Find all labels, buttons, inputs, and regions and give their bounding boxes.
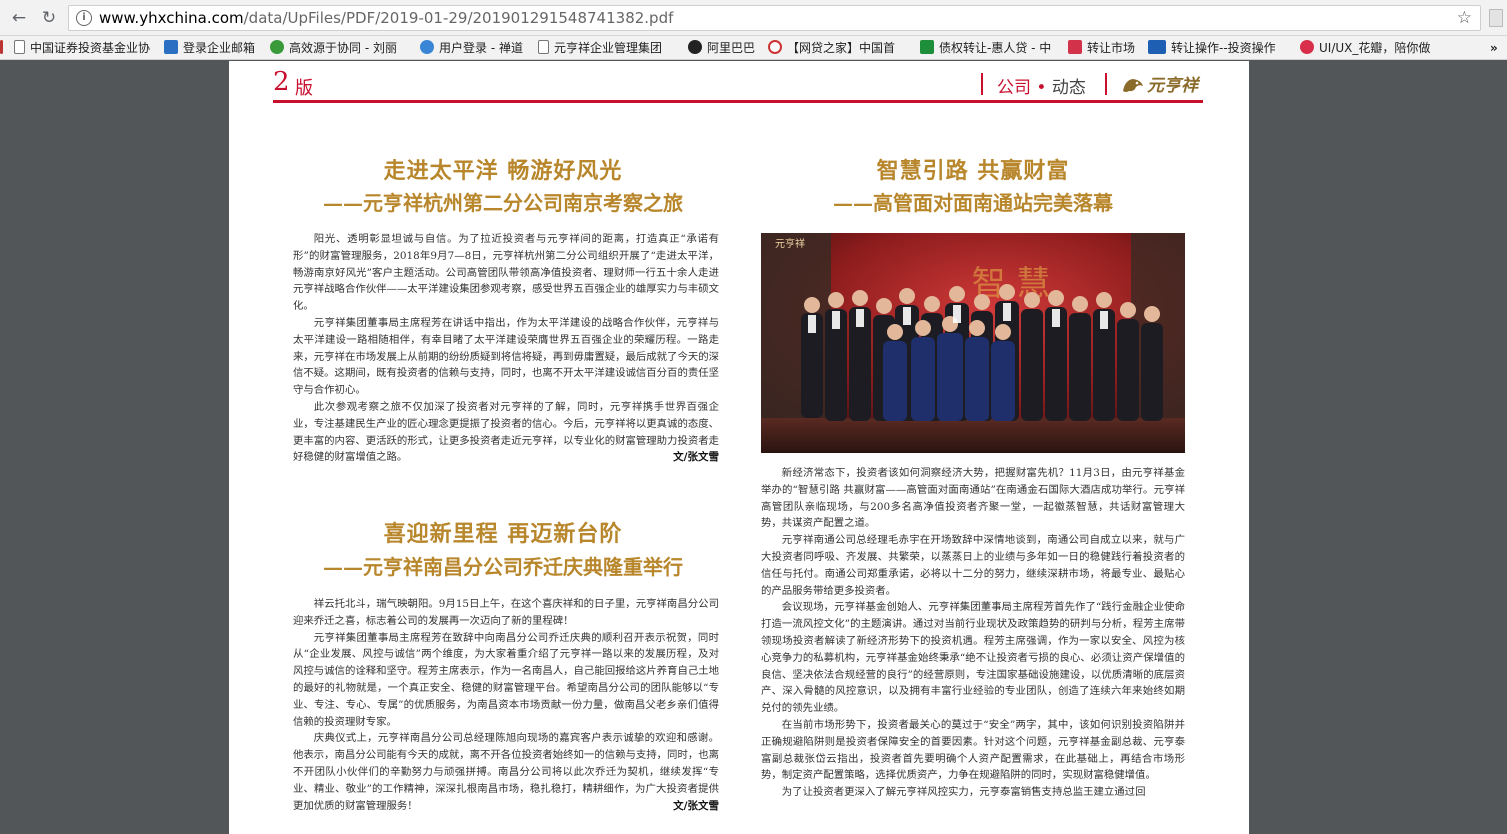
bookmark-label: 高效源于协同 - 刘丽 [289,41,397,55]
section-title: 公司 • 动态 [997,73,1086,98]
article-3-paragraph: 在当前市场形势下，投资者最关心的莫过于“安全”两字，其中，该如何识别投资陷阱并正… [761,718,1185,782]
bookmark-label: 【网贷之家】中国首 [787,41,896,55]
bookmark-label: 阿里巴巴 [707,41,756,55]
article-3-subtitle: ——高管面对面南通站完美落幕 [833,191,1113,215]
leaf-icon [270,40,284,54]
info-icon[interactable]: i [76,10,92,26]
article-3-title: 智慧引路 共赢财富 [876,158,1070,184]
article-2-subtitle: ——元亨祥南昌分公司乔迁庆典隆重举行 [323,555,683,579]
bookmark-item[interactable]: 高效源于协同 - 刘丽 [270,39,410,57]
bookmark-item[interactable]: 中国证券投资基金业协 [14,39,156,57]
back-arrow-icon[interactable]: ← [8,7,30,29]
article-3-paragraph: 会议现场，元亨祥基金创始人、元亨祥集团董事局主席程芳首先作了“践行金融企业使命 … [761,601,1185,715]
bookmark-label: 元亨祥企业管理集团 [554,41,663,55]
bookmark-label: 转让市场 [1087,41,1136,55]
browser-toolbar: ← ↻ i www.yhxchina.com/data/UpFiles/PDF/… [0,0,1507,36]
article-1-paragraph: 元亨祥集团董事局主席程芳在讲话中指出，作为太平洋建设的战略合作伙伴，元亨祥与太平… [293,316,720,397]
bookmark-label: 用户登录 - 禅道 [439,41,523,55]
mail-icon [164,40,178,54]
edition-number: 2 [273,67,290,97]
group-photo: 智 慧 元亨祥 [761,233,1185,453]
bookmarks-bar: 中国证券投资基金业协 登录企业邮箱 高效源于协同 - 刘丽 用户登录 - 禅道 … [0,36,1507,60]
article-3-paragraph: 新经济常态下，投资者该如何洞察经济大势，把握财富先机？11月3日，由元亨祥基金举… [761,467,1185,530]
article-1-paragraph: 阳光、透明彰显坦诚与自信。为了拉近投资者与元亨祥间的距离，打造真正“承诺有形”的… [293,233,720,313]
p2p-icon [768,40,782,54]
bookmark-label: 登录企业邮箱 [183,41,256,55]
header-rule [273,100,1203,103]
page-icon [14,40,25,54]
bookmark-item[interactable]: 【网贷之家】中国首 [768,39,908,57]
article-2-body: 祥云托北斗，瑞气映朝阳。9月15日上午，在这个喜庆祥和的日子里，元亨祥南昌分公司… [293,596,719,814]
bookmark-item-left-edge [0,39,8,57]
lion-logo-icon [1123,79,1143,92]
lu-icon [1148,40,1166,54]
url-text[interactable]: www.yhxchina.com/data/UpFiles/PDF/2019-0… [99,9,673,27]
section-word-1: 公司 [997,78,1031,98]
article-3-paragraph: 为了让投资者更深入了解元亨祥风控实力，元亨泰富销售支持总监王建立通过回 [781,786,1146,799]
article-1-title: 走进太平洋 畅游好风光 [383,158,623,184]
pdf-viewer[interactable]: 2 版 公司 • 动态 元亨祥 走进太平洋 畅游好风光 ——元亨祥杭州第二分公司… [0,61,1507,834]
header-divider [1105,73,1107,95]
edition-label: 版 [295,78,313,99]
bookmark-star-icon[interactable]: ☆ [1457,8,1472,28]
header-divider [981,73,983,95]
article-3-paragraph: 元亨祥南通公司总经理毛赤宇在开场致辞中深情地谈到，南通公司自成立以来，就与广大投… [761,534,1185,597]
bookmark-item[interactable]: 登录企业邮箱 [164,39,264,57]
bookmark-item[interactable]: 元亨祥企业管理集团 [538,39,678,57]
tick-icon [920,40,934,54]
petal-icon [1300,40,1314,54]
group-photo-illustration: 智 慧 元亨祥 [761,233,1185,453]
page-header: 2 版 公司 • 动态 元亨祥 [273,67,1203,103]
url-host: www.yhxchina.com [99,9,244,27]
github-icon [688,40,702,54]
address-bar[interactable]: i www.yhxchina.com/data/UpFiles/PDF/2019… [68,5,1481,31]
bookmark-label: 中国证券投资基金业协 [30,41,151,55]
bookmark-item[interactable]: 债权转让-惠人贷 - 中 [920,39,1056,57]
brand-logo: 元亨祥 [1121,71,1198,96]
photo-logo-text: 元亨祥 [775,237,805,250]
section-word-2: 动态 [1051,78,1086,98]
bookmark-item[interactable]: 转让操作--投资操作 [1148,39,1290,57]
article-1-subtitle: ——元亨祥杭州第二分公司南京考察之旅 [323,191,683,215]
yen-icon [1068,40,1082,54]
article-2-title: 喜迎新里程 再迈新台阶 [383,521,623,547]
bookmark-item[interactable]: 阿里巴巴 [688,39,760,57]
bookmark-label: 转让操作--投资操作 [1171,41,1276,55]
url-path: /data/UpFiles/PDF/2019-01-29/20190129154… [243,9,674,27]
section-dot: • [1036,78,1047,98]
bookmark-item[interactable]: 转让市场 [1068,39,1140,57]
pdf-page: 2 版 公司 • 动态 元亨祥 走进太平洋 畅游好风光 ——元亨祥杭州第二分公司… [229,61,1249,834]
reload-icon[interactable]: ↻ [38,7,60,29]
bookmark-item[interactable]: 用户登录 - 禅道 [420,39,528,57]
bookmark-item[interactable]: UI/UX_花瓣，陪你做 [1300,39,1440,57]
globe-icon [420,40,434,54]
page-icon [538,40,549,54]
article-2-paragraph: 祥云托北斗，瑞气映朝阳。9月15日上午，在这个喜庆祥和的日子里，元亨祥南昌分公司… [293,598,719,627]
extension-icon[interactable] [1489,9,1503,27]
bookmark-label: 债权转让-惠人贷 - 中 [939,41,1052,55]
article-2-paragraph: 元亨祥集团董事局主席程芳在致辞中向南昌分公司乔迁庆典的顺利召开表示祝贺，同时从“… [293,631,720,728]
bookmark-overflow-icon[interactable]: » [1490,39,1504,57]
article-3-body: 新经济常态下，投资者该如何洞察经济大势，把握财富先机？11月3日，由元亨祥基金举… [761,465,1185,801]
article-1-body: 阳光、透明彰显坦诚与自信。为了拉近投资者与元亨祥间的距离，打造真正“承诺有形”的… [293,231,719,466]
brand-text: 元亨祥 [1147,76,1198,96]
bookmark-label: UI/UX_花瓣，陪你做 [1319,41,1431,55]
